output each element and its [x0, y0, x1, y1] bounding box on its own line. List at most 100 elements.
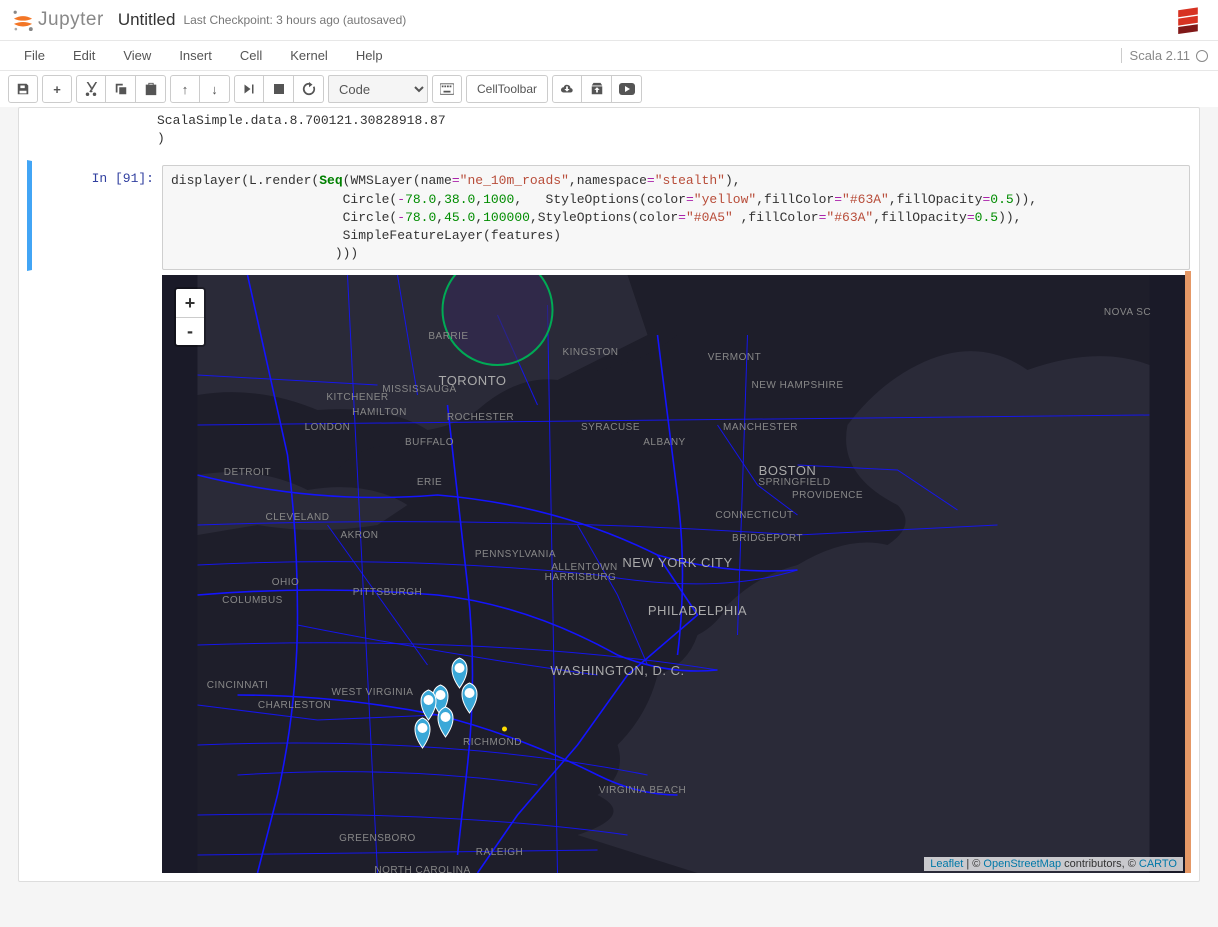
city-label: HAMILTON: [352, 407, 407, 418]
code-cell[interactable]: In [91]: displayer(L.render(Seq(WMSLayer…: [27, 160, 1191, 271]
city-label: BUFFALO: [405, 437, 454, 448]
save-button[interactable]: [8, 75, 38, 103]
keyboard-icon: [440, 83, 454, 95]
city-label: GREENSBORO: [339, 833, 416, 844]
download-button[interactable]: [552, 75, 582, 103]
restart-button[interactable]: [294, 75, 324, 103]
city-label: PHILADELPHIA: [648, 603, 747, 618]
toolbar: + ↑ ↓ Code CellToolbar: [0, 71, 1218, 108]
cut-button[interactable]: [76, 75, 106, 103]
notebook-area[interactable]: ScalaSimple.data.8.700121.30828918.87 ) …: [0, 107, 1218, 927]
prev-cell-fragment: ScalaSimple.data.8.700121.30828918.87 ): [27, 112, 1191, 148]
city-label: LONDON: [305, 422, 351, 433]
run-button[interactable]: [234, 75, 264, 103]
city-label: DETROIT: [224, 467, 271, 478]
input-prompt: In [91]:: [32, 165, 162, 270]
box-upload-icon: [590, 82, 604, 96]
city-label: KITCHENER: [326, 392, 388, 403]
paste-icon: [144, 82, 158, 96]
move-up-button[interactable]: ↑: [170, 75, 200, 103]
city-label: PROVIDENCE: [792, 490, 863, 501]
add-cell-button[interactable]: +: [42, 75, 72, 103]
osm-link[interactable]: OpenStreetMap: [983, 858, 1061, 870]
output-row: TORONTOBARRIEKITCHENERHAMILTONLONDONMISS…: [27, 271, 1191, 873]
city-label: COLUMBUS: [222, 595, 283, 606]
menu-edit[interactable]: Edit: [59, 43, 109, 68]
city-label: MISSISSAUGA: [382, 384, 456, 395]
city-label: CLEVELAND: [266, 512, 330, 523]
youtube-icon: [619, 83, 635, 95]
city-label: PITTSBURGH: [353, 587, 422, 598]
command-palette-button[interactable]: [432, 75, 462, 103]
restart-icon: [302, 82, 316, 96]
output-prompt: [32, 271, 162, 873]
zoom-out-button[interactable]: -: [176, 317, 204, 345]
city-label: ALBANY: [643, 437, 685, 448]
move-down-button[interactable]: ↓: [200, 75, 230, 103]
scala-logo-icon: [1174, 6, 1202, 34]
carto-link[interactable]: CARTO: [1139, 858, 1177, 870]
youtube-button[interactable]: [612, 75, 642, 103]
jupyter-icon: [10, 7, 36, 33]
cut-icon: [84, 82, 98, 96]
city-label: NOVA SC: [1104, 307, 1151, 318]
menubar: File Edit View Insert Cell Kernel Help S…: [0, 41, 1218, 71]
menu-help[interactable]: Help: [342, 43, 397, 68]
city-label: ROCHESTER: [447, 412, 514, 423]
city-label: SYRACUSE: [581, 422, 640, 433]
zoom-control: + -: [174, 287, 206, 347]
city-label: CHARLESTON: [258, 700, 331, 711]
code-input[interactable]: displayer(L.render(Seq(WMSLayer(name="ne…: [162, 165, 1190, 270]
arrow-down-icon: ↓: [211, 82, 218, 97]
logo-text: Jupyter: [38, 9, 104, 31]
save-icon: [16, 82, 30, 96]
paste-button[interactable]: [136, 75, 166, 103]
city-label: SPRINGFIELD: [758, 477, 830, 488]
city-label: PENNSYLVANIA: [475, 549, 556, 560]
map-svg: TORONTOBARRIEKITCHENERHAMILTONLONDONMISS…: [162, 275, 1185, 873]
menu-insert[interactable]: Insert: [165, 43, 226, 68]
upload-button[interactable]: [582, 75, 612, 103]
city-label: NEW YORK CITY: [622, 555, 732, 570]
map-attribution: Leaflet | © OpenStreetMap contributors, …: [924, 857, 1183, 871]
notebook-header: Jupyter Untitled Last Checkpoint: 3 hour…: [0, 0, 1218, 41]
city-label: BRIDGEPORT: [732, 533, 803, 544]
menu-view[interactable]: View: [109, 43, 165, 68]
cloud-download-icon: [560, 82, 574, 96]
stop-icon: [274, 84, 284, 94]
copy-button[interactable]: [106, 75, 136, 103]
city-label: BOSTON: [759, 463, 817, 478]
city-label: NORTH CAROLINA: [374, 865, 470, 873]
kernel-indicator-icon: [1196, 50, 1208, 62]
leaflet-link[interactable]: Leaflet: [930, 858, 963, 870]
leaflet-map[interactable]: TORONTOBARRIEKITCHENERHAMILTONLONDONMISS…: [162, 275, 1185, 873]
city-label: HARRISBURG: [545, 572, 617, 583]
menu-kernel[interactable]: Kernel: [276, 43, 342, 68]
city-label: WASHINGTON, D. C.: [550, 663, 684, 678]
city-label: BARRIE: [428, 331, 468, 342]
zoom-in-button[interactable]: +: [176, 289, 204, 317]
menu-cell[interactable]: Cell: [226, 43, 276, 68]
city-label: NEW HAMPSHIRE: [751, 380, 843, 391]
cells-wrapper: ScalaSimple.data.8.700121.30828918.87 ) …: [18, 107, 1200, 882]
city-label: VERMONT: [708, 352, 762, 363]
jupyter-logo[interactable]: Jupyter: [10, 7, 104, 33]
arrow-up-icon: ↑: [182, 82, 189, 97]
menu-file[interactable]: File: [10, 43, 59, 68]
stop-button[interactable]: [264, 75, 294, 103]
notebook-title[interactable]: Untitled: [118, 10, 176, 30]
city-label: RALEIGH: [476, 847, 523, 858]
circle-overlay-yellow: [502, 727, 507, 732]
run-icon: [243, 83, 255, 95]
city-label: WEST VIRGINIA: [332, 687, 414, 698]
city-label: RICHMOND: [463, 737, 522, 748]
city-label: OHIO: [272, 577, 300, 588]
city-label: ERIE: [417, 477, 442, 488]
celltoolbar-button[interactable]: CellToolbar: [466, 75, 548, 103]
checkpoint-text: Last Checkpoint: 3 hours ago (autosaved): [183, 13, 406, 27]
city-label: VIRGINIA BEACH: [599, 785, 687, 796]
celltype-select[interactable]: Code: [328, 75, 428, 103]
city-label: CONNECTICUT: [715, 510, 793, 521]
plus-icon: +: [53, 82, 61, 97]
city-label: AKRON: [340, 530, 378, 541]
